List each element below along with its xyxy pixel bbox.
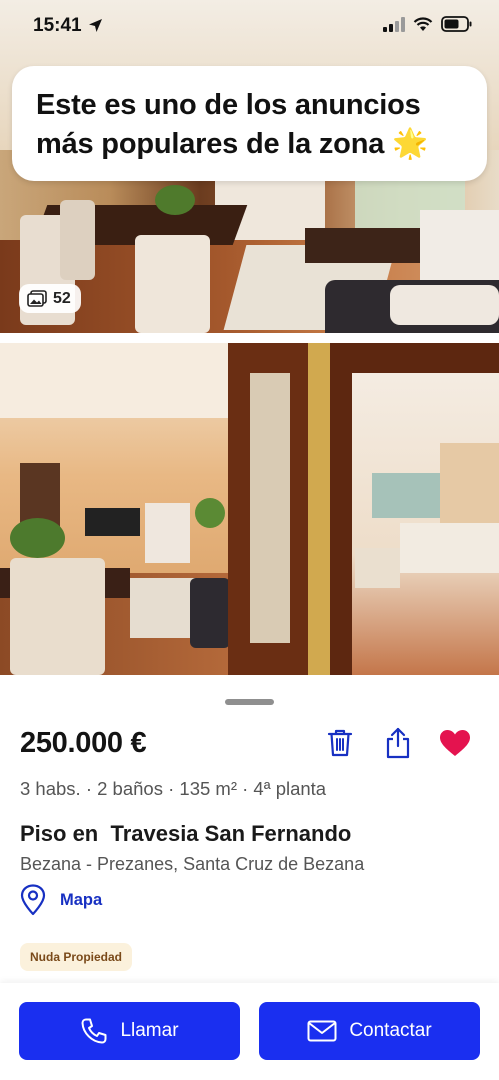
location-arrow-icon [89, 19, 102, 32]
delete-button[interactable] [325, 727, 355, 759]
ownership-badge: Nuda Propiedad [20, 943, 133, 971]
listing-location: Bezana - Prezanes, Santa Cruz de Bezana [20, 854, 365, 874]
listing-bottom-sheet: 250.000 € 3 habs. · 2 baños · 135 m² · 4… [0, 683, 499, 1080]
photos-icon [27, 289, 47, 307]
share-icon [386, 727, 410, 759]
trash-icon [327, 729, 353, 757]
wifi-icon [413, 16, 433, 31]
status-bar: 15:41 [0, 0, 499, 54]
phone-icon [81, 1018, 107, 1044]
ownership-badge-label: Nuda Propiedad [30, 950, 123, 964]
map-pin-icon [20, 884, 46, 916]
battery-icon [441, 16, 472, 32]
call-button[interactable]: Llamar [19, 1002, 240, 1060]
listing-title: Piso en Travesia San Fernando [20, 821, 352, 846]
contact-button-label: Contactar [349, 1020, 432, 1041]
cellular-signal-icon [383, 16, 405, 32]
popular-listing-banner: Este es uno de los anuncios más populare… [12, 66, 487, 181]
share-button[interactable] [383, 727, 413, 759]
contact-button[interactable]: Contactar [259, 1002, 480, 1060]
contact-footer: Llamar Contactar [0, 983, 499, 1080]
map-link-label: Mapa [60, 890, 103, 909]
listing-price: 250.000 € [20, 727, 147, 759]
status-time: 15:41 [33, 15, 82, 36]
call-button-label: Llamar [120, 1020, 179, 1041]
favorite-button[interactable] [438, 727, 472, 759]
heart-icon [440, 730, 470, 756]
listing-photo-2[interactable] [0, 343, 499, 675]
popular-listing-text: Este es uno de los anuncios más populare… [36, 89, 428, 160]
listing-features: 3 habs. · 2 baños · 135 m² · 4ª planta [20, 778, 327, 799]
photo-count-value: 52 [53, 289, 71, 307]
sheet-drag-handle[interactable] [225, 699, 274, 705]
map-link[interactable]: Mapa [20, 884, 102, 916]
mail-icon [307, 1020, 337, 1042]
photo-count-chip[interactable]: 52 [19, 284, 81, 313]
photo-divider [0, 333, 499, 343]
